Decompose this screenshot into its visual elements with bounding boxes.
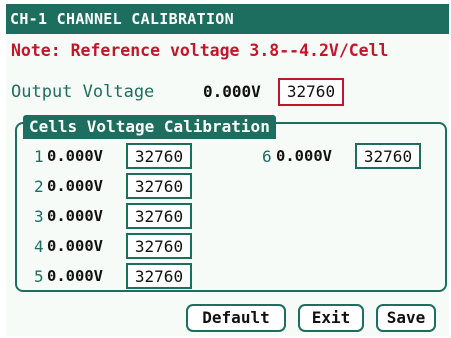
exit-button[interactable]: Exit	[298, 304, 364, 332]
cell-4-voltage: 0.000V	[47, 237, 103, 255]
cell-2-value-field[interactable]: 32760	[126, 173, 192, 199]
output-voltage-value-field[interactable]: 32760	[278, 78, 344, 106]
output-voltage-reading: 0.000V	[203, 82, 261, 101]
cell-4-value-field[interactable]: 32760	[126, 233, 192, 259]
cells-group-title: Cells Voltage Calibration	[23, 115, 276, 139]
default-button[interactable]: Default	[186, 304, 286, 332]
cell-6-index: 6	[262, 147, 272, 166]
cell-6-value-field[interactable]: 32760	[355, 143, 421, 169]
cell-1-value-field[interactable]: 32760	[126, 143, 192, 169]
output-voltage-label: Output Voltage	[11, 82, 155, 102]
cell-4-index: 4	[34, 237, 44, 256]
cell-5-value-field[interactable]: 32760	[126, 263, 192, 289]
reference-note: Note: Reference voltage 3.8--4.2V/Cell	[11, 41, 389, 60]
title-bar: CH-1 CHANNEL CALIBRATION	[6, 4, 449, 34]
cell-6-voltage: 0.000V	[276, 147, 332, 165]
cell-5-voltage: 0.000V	[47, 267, 103, 285]
save-button[interactable]: Save	[376, 304, 436, 332]
cell-2-voltage: 0.000V	[47, 177, 103, 195]
cell-1-voltage: 0.000V	[47, 147, 103, 165]
cell-3-index: 3	[34, 207, 44, 226]
cell-5-index: 5	[34, 267, 44, 286]
cell-3-value-field[interactable]: 32760	[126, 203, 192, 229]
cell-1-index: 1	[34, 147, 44, 166]
cell-3-voltage: 0.000V	[47, 207, 103, 225]
calibration-screen: CH-1 CHANNEL CALIBRATION Note: Reference…	[6, 4, 449, 336]
cell-2-index: 2	[34, 177, 44, 196]
